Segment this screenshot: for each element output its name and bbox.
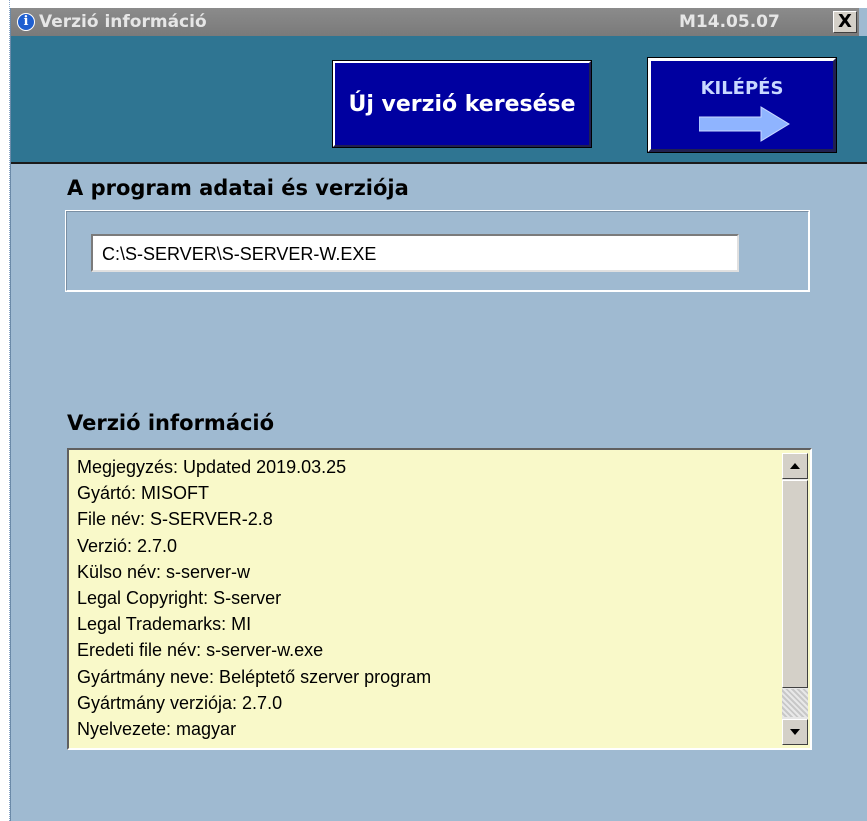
version-info-line: Gyártó: MISOFT — [77, 483, 210, 504]
scroll-down-button[interactable] — [782, 719, 808, 745]
version-info-lines: Megjegyzés: Updated 2019.03.25 Gyártó: MI… — [77, 454, 772, 742]
exit-button[interactable]: KILÉPÉS — [647, 57, 837, 153]
info-icon: i — [17, 13, 35, 31]
version-info-line: Nyelvezete: magyar — [77, 718, 237, 739]
close-button[interactable]: X — [833, 11, 857, 33]
program-path-field[interactable]: C:\S-SERVER\S-SERVER-W.EXE — [91, 234, 739, 272]
exit-button-label: KILÉPÉS — [700, 78, 784, 99]
window-title: Verzió információ — [39, 12, 207, 32]
version-info-window: i Verzió információ M14.05.07 X Új verzi… — [10, 8, 867, 821]
version-info-line: Verzió: 2.7.0 — [77, 535, 178, 556]
search-new-version-label: Új verzió keresése — [348, 91, 576, 117]
version-info-line: Megjegyzés: Updated 2019.03.25 — [77, 457, 347, 477]
version-tag: M14.05.07 — [679, 12, 780, 32]
scrollbar-thumb[interactable] — [782, 480, 808, 688]
search-new-version-button[interactable]: Új verzió keresése — [332, 60, 592, 148]
arrow-down-icon — [790, 729, 800, 735]
version-info-section-title: Verzió információ — [67, 411, 275, 435]
version-info-line: Külso név: s-server-w — [77, 561, 251, 582]
scrollbar-track[interactable] — [782, 689, 808, 717]
version-info-line: File név: S-SERVER-2.8 — [77, 509, 273, 530]
version-info-line: Gyártmány verziója: 2.7.0 — [77, 692, 283, 713]
scroll-up-button[interactable] — [782, 453, 808, 479]
vertical-scrollbar[interactable] — [782, 453, 808, 745]
toolbar: Új verzió keresése KILÉPÉS — [11, 36, 867, 164]
version-info-line: Eredeti file név: s-server-w.exe — [77, 640, 324, 661]
version-info-textbox[interactable]: Megjegyzés: Updated 2019.03.25 Gyártó: MI… — [67, 448, 812, 750]
arrow-up-icon — [790, 463, 800, 469]
desktop-edge — [0, 0, 10, 821]
program-section-title: A program adatai és verziója — [67, 176, 409, 200]
version-info-line: Legal Copyright: S-server — [77, 587, 282, 608]
version-info-line: Legal Trademarks: MI — [77, 614, 252, 635]
right-arrow-icon — [699, 106, 790, 142]
version-info-line: Gyártmány neve: Beléptető szerver progra… — [77, 666, 432, 687]
title-bar[interactable]: i Verzió információ M14.05.07 X — [11, 8, 859, 36]
